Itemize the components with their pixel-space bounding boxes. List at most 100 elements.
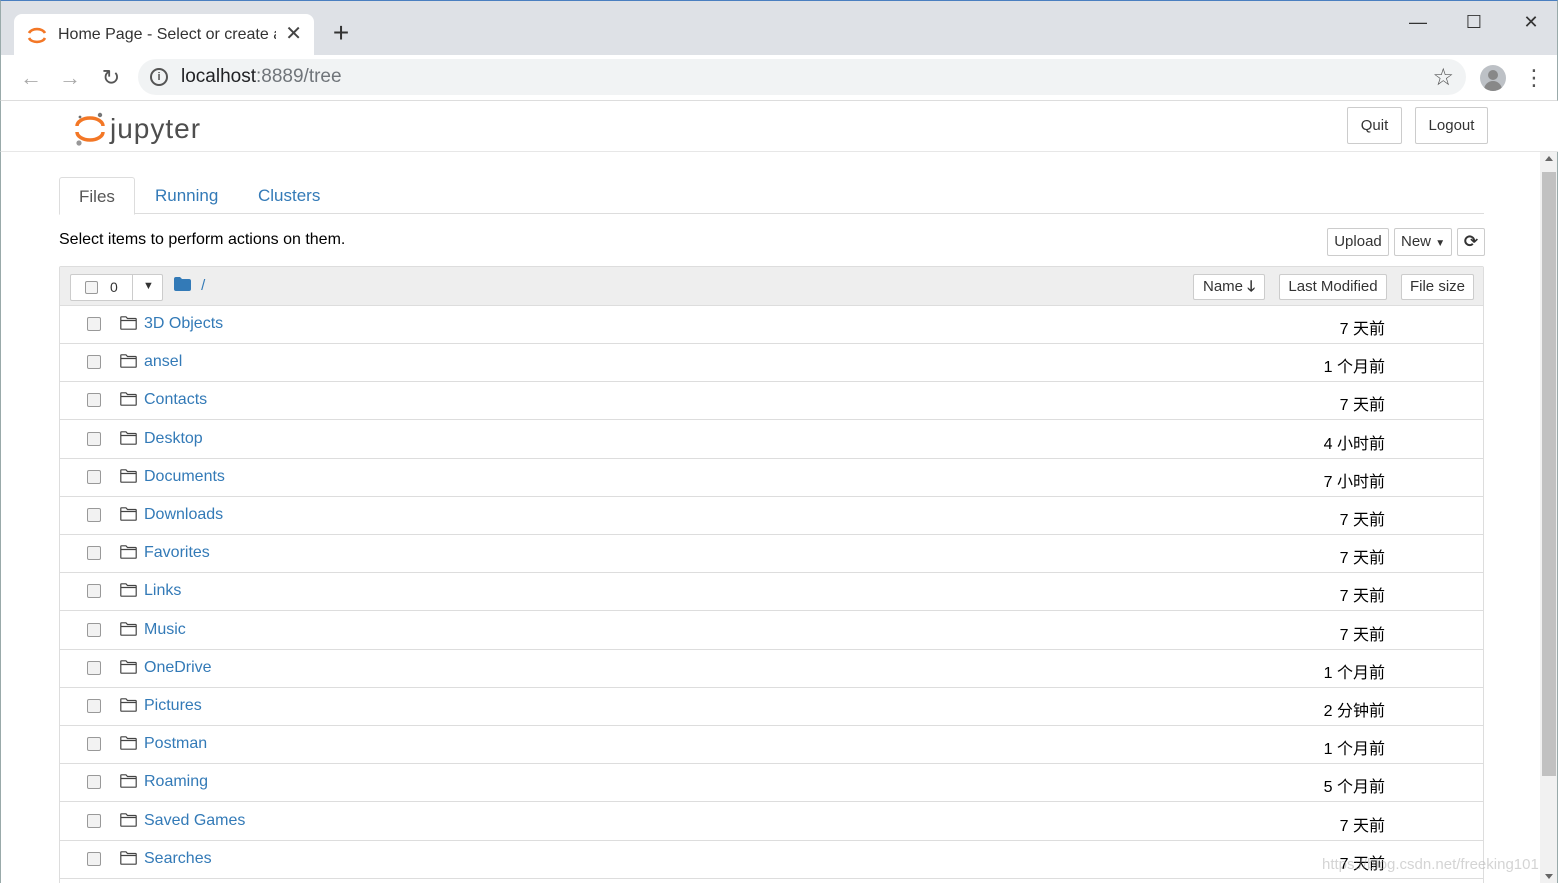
jupyter-logo-text: jupyter	[110, 113, 202, 144]
item-name-link[interactable]: Postman	[144, 735, 207, 753]
selection-hint: Select items to perform actions on them.	[59, 231, 346, 248]
close-window-icon[interactable]: ✕	[1518, 9, 1544, 35]
tab-files[interactable]: Files	[59, 177, 135, 215]
info-icon[interactable]: i	[150, 68, 168, 86]
item-modified: 1 个月前	[1323, 741, 1385, 759]
browser-menu-icon[interactable]: ⋮	[1523, 63, 1545, 93]
new-dropdown-button[interactable]: New ▼	[1394, 228, 1452, 256]
row-checkbox[interactable]	[87, 317, 101, 331]
item-modified: 7 天前	[1339, 588, 1385, 606]
table-row[interactable]: Downloads 7 天前	[60, 497, 1483, 535]
sort-by-file-size-button[interactable]: File size	[1401, 274, 1474, 300]
table-row[interactable]: Searches 7 天前	[60, 840, 1483, 879]
item-name-link[interactable]: Favorites	[144, 544, 210, 562]
maximize-icon[interactable]: ☐	[1461, 9, 1487, 35]
item-name-link[interactable]: Saved Games	[144, 812, 245, 830]
jupyter-header: jupyter Quit Logout	[0, 101, 1558, 152]
bookmark-star-icon[interactable]: ☆	[1432, 63, 1454, 92]
item-modified: 5 个月前	[1323, 779, 1385, 797]
item-name-link[interactable]: Links	[144, 582, 181, 600]
folder-icon	[120, 507, 137, 521]
row-checkbox[interactable]	[87, 622, 101, 637]
arrow-down-icon: 🡓	[1247, 278, 1255, 295]
table-row[interactable]: Links 7 天前	[60, 573, 1483, 612]
caret-down-icon[interactable]: ▼	[143, 280, 154, 292]
scrollbar-thumb[interactable]	[1542, 172, 1556, 776]
select-all-group[interactable]: 0 ▼	[70, 274, 163, 301]
item-name-link[interactable]: Music	[144, 621, 186, 639]
table-row[interactable]: OneDrive 1 个月前	[60, 649, 1483, 688]
row-checkbox[interactable]	[87, 508, 101, 522]
upload-button[interactable]: Upload	[1327, 228, 1389, 256]
item-name-link[interactable]: Searches	[144, 850, 212, 868]
table-row[interactable]: Contacts 7 天前	[60, 382, 1483, 421]
vertical-scrollbar[interactable]	[1540, 152, 1558, 883]
row-checkbox[interactable]	[87, 737, 101, 752]
browser-tab-title: Home Page - Select or create a notebook	[58, 26, 276, 43]
item-name-link[interactable]: OneDrive	[144, 659, 212, 677]
breadcrumb-root[interactable]: /	[201, 277, 205, 294]
table-row[interactable]: Postman 1 个月前	[60, 726, 1483, 765]
refresh-icon[interactable]: ⟳	[1457, 228, 1485, 256]
item-name-link[interactable]: 3D Objects	[144, 315, 223, 333]
row-checkbox[interactable]	[87, 660, 101, 675]
folder-icon	[120, 354, 137, 368]
row-checkbox[interactable]	[87, 355, 101, 370]
select-all-checkbox[interactable]	[85, 281, 98, 294]
item-name-link[interactable]: Pictures	[144, 697, 202, 715]
row-checkbox[interactable]	[87, 546, 101, 561]
breadcrumb[interactable]: /	[174, 277, 205, 294]
row-checkbox[interactable]	[87, 393, 101, 408]
back-arrow-icon[interactable]: ←	[17, 64, 45, 92]
url-path: :8889/tree	[256, 66, 342, 87]
sort-by-last-modified-button[interactable]: Last Modified	[1279, 274, 1387, 300]
profile-avatar-icon[interactable]	[1480, 65, 1506, 91]
scroll-up-arrow-icon[interactable]	[1545, 156, 1553, 161]
address-bar[interactable]: i localhost:8889/tree ☆	[138, 59, 1466, 95]
row-checkbox[interactable]	[87, 699, 101, 713]
item-name-link[interactable]: Downloads	[144, 506, 223, 524]
jupyter-logo[interactable]: jupyter	[74, 109, 214, 146]
forward-arrow-icon[interactable]: →	[56, 64, 84, 92]
table-row[interactable]: Favorites 7 天前	[60, 535, 1483, 574]
tab-clusters[interactable]: Clusters	[239, 177, 339, 214]
sort-by-name-button[interactable]: Name 🡓	[1193, 274, 1265, 300]
scroll-down-arrow-icon[interactable]	[1545, 874, 1553, 879]
close-tab-icon[interactable]: ✕	[285, 24, 302, 44]
item-modified: 7 天前	[1339, 626, 1385, 644]
folder-icon	[120, 812, 137, 827]
name-sort-label: Name	[1203, 278, 1244, 295]
table-row[interactable]: 3D Objects 7 天前	[60, 306, 1483, 344]
folder-icon	[120, 316, 137, 330]
quit-button[interactable]: Quit	[1347, 107, 1402, 144]
row-checkbox[interactable]	[87, 851, 101, 866]
item-name-link[interactable]: Documents	[144, 468, 225, 486]
row-checkbox[interactable]	[87, 813, 101, 828]
logout-button[interactable]: Logout	[1415, 107, 1488, 144]
table-row[interactable]: Desktop 4 小时前	[60, 420, 1483, 459]
row-checkbox[interactable]	[87, 469, 101, 484]
table-row[interactable]: ansel 1 个月前	[60, 344, 1483, 383]
item-name-link[interactable]: Desktop	[144, 430, 203, 448]
row-checkbox[interactable]	[87, 431, 101, 446]
item-name-link[interactable]: Contacts	[144, 391, 207, 409]
folder-icon	[120, 698, 137, 712]
table-row[interactable]: Pictures 2 分钟前	[60, 688, 1483, 726]
item-name-link[interactable]: Roaming	[144, 773, 208, 791]
tab-running[interactable]: Running	[136, 177, 237, 214]
browser-tab[interactable]: Home Page - Select or create a notebook …	[14, 14, 314, 56]
row-checkbox[interactable]	[87, 775, 101, 790]
table-row[interactable]: Roaming 5 个月前	[60, 764, 1483, 803]
row-checkbox[interactable]	[87, 584, 101, 599]
table-row[interactable]: Documents 7 小时前	[60, 458, 1483, 497]
file-list-header: 0 ▼ / Name 🡓 Last Modified File size	[60, 267, 1483, 306]
item-modified: 4 小时前	[1323, 435, 1385, 453]
minimize-icon[interactable]: —	[1405, 9, 1431, 35]
folder-icon	[120, 392, 137, 407]
reload-icon[interactable]: ↻	[97, 64, 125, 92]
folder-icon	[120, 621, 137, 636]
table-row[interactable]: Saved Games 7 天前	[60, 802, 1483, 841]
plus-icon[interactable]: +	[329, 19, 353, 47]
table-row[interactable]: Music 7 天前	[60, 611, 1483, 650]
item-name-link[interactable]: ansel	[144, 353, 182, 371]
